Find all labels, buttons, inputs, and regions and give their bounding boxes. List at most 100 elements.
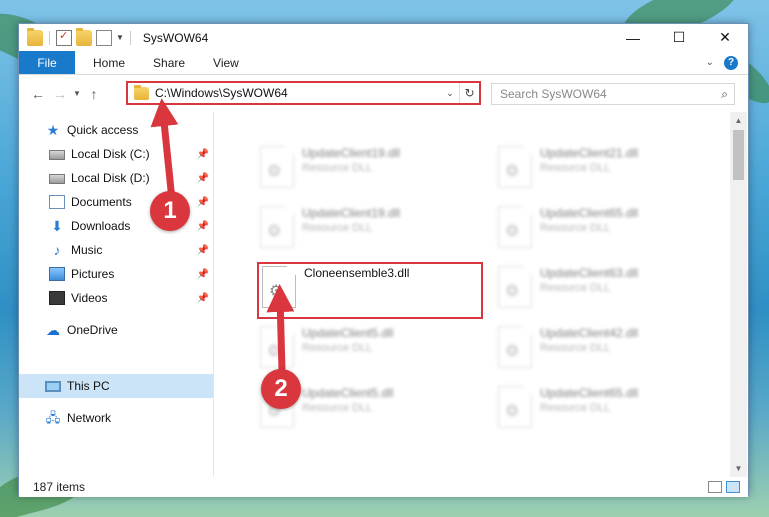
pin-icon[interactable]: 📌: [197, 149, 209, 160]
chevron-down-icon[interactable]: ▼: [116, 33, 124, 42]
tab-view[interactable]: View: [199, 51, 253, 74]
recent-locations-icon[interactable]: ▼: [71, 89, 83, 98]
nav-item-label: Downloads: [71, 219, 131, 233]
nav-item-label: Documents: [71, 195, 132, 209]
videos-icon: [49, 291, 65, 305]
up-icon[interactable]: ↑: [83, 86, 105, 102]
close-button[interactable]: ✕: [702, 24, 748, 51]
pin-icon[interactable]: 📌: [197, 221, 209, 232]
file-type: Resource DLL: [302, 222, 373, 234]
file-type: Resource DLL: [540, 342, 611, 354]
nav-item-quick-access[interactable]: ★ Quick access: [19, 118, 213, 142]
folder-icon[interactable]: [27, 27, 43, 46]
dll-file-icon: ⚙: [260, 146, 294, 188]
search-icon: ⌕: [721, 86, 728, 101]
file-item[interactable]: ⚙ UpdateClient19.dll Resource DLL: [256, 202, 481, 256]
nav-item-label: Local Disk (C:): [71, 147, 150, 161]
file-name: UpdateClient5.dll: [302, 386, 394, 400]
quick-access-toolbar: ▼: [19, 24, 133, 51]
nav-item-label: OneDrive: [67, 323, 118, 337]
file-type: Resource DLL: [302, 402, 373, 414]
nav-item-music[interactable]: ♪ Music 📌: [19, 238, 213, 262]
nav-item-pictures[interactable]: Pictures 📌: [19, 262, 213, 286]
pin-icon[interactable]: 📌: [197, 269, 209, 280]
file-item[interactable]: ⚙ UpdateClient65.dll Resource DLL: [494, 382, 719, 436]
file-item[interactable]: ⚙ UpdateClient42.dll Resource DLL: [494, 322, 719, 376]
pin-icon[interactable]: 📌: [197, 173, 209, 184]
title-bar: ▼ SysWOW64 — ☐ ✕: [19, 24, 748, 51]
file-item[interactable]: ⚙ UpdateClient19.dll Resource DLL: [256, 142, 481, 196]
search-input[interactable]: Search SysWOW64 ⌕: [491, 83, 735, 105]
onedrive-icon: ☁: [46, 322, 60, 338]
new-folder-icon[interactable]: [76, 27, 92, 46]
file-type: Resource DLL: [540, 162, 611, 174]
minimize-button[interactable]: —: [610, 24, 656, 51]
address-bar[interactable]: C:\Windows\SysWOW64 ⌄ ↻: [126, 81, 481, 105]
documents-icon: [49, 195, 65, 209]
properties-icon[interactable]: [56, 29, 72, 46]
drive-icon: [49, 174, 65, 184]
window-controls: — ☐ ✕: [610, 24, 748, 51]
large-icons-view-icon[interactable]: [726, 481, 740, 493]
tab-home[interactable]: Home: [75, 51, 139, 74]
file-name: UpdateClient65.dll: [540, 386, 639, 400]
dll-file-icon: ⚙: [260, 326, 294, 368]
nav-item-label: Music: [71, 243, 103, 257]
file-item[interactable]: ⚙ UpdateClient21.dll Resource DLL: [494, 142, 719, 196]
forward-icon[interactable]: →: [49, 86, 71, 102]
file-type: Resource DLL: [540, 402, 611, 414]
file-name: UpdateClient19.dll: [302, 206, 401, 220]
separator: [129, 30, 131, 45]
dll-file-icon: ⚙: [260, 206, 294, 248]
pin-icon[interactable]: 📌: [197, 197, 209, 208]
folder-icon: [134, 84, 149, 100]
file-item[interactable]: ⚙ UpdateClient5.dll Resource DLL: [256, 322, 481, 376]
refresh-icon[interactable]: ↻: [459, 83, 479, 103]
nav-item-network[interactable]: 🖧 Network: [19, 406, 213, 430]
star-icon: ★: [46, 122, 60, 138]
file-item[interactable]: ⚙ UpdateClient65.dll Resource DLL: [494, 202, 719, 256]
vertical-scrollbar[interactable]: ▲ ▼: [730, 112, 747, 477]
file-list: ⚙ UpdateClient19.dll Resource DLL ⚙ Updat…: [214, 112, 729, 477]
step-badge-2: 2: [261, 369, 301, 409]
file-name: UpdateClient21.dll: [540, 146, 639, 160]
customize-icon[interactable]: [96, 29, 112, 46]
expand-ribbon-icon[interactable]: ⌄: [706, 57, 714, 68]
separator: [49, 30, 50, 45]
help-icon[interactable]: ?: [724, 55, 738, 70]
navigation-bar: ← → ▼ ↑ C:\Windows\SysWOW64 ⌄ ↻ Search S…: [19, 75, 748, 112]
address-path[interactable]: C:\Windows\SysWOW64: [155, 86, 441, 100]
file-item[interactable]: ⚙ UpdateClient63.dll Resource DLL: [494, 262, 719, 316]
maximize-button[interactable]: ☐: [656, 24, 702, 51]
tab-file[interactable]: File: [19, 51, 75, 74]
back-icon[interactable]: ←: [27, 86, 49, 102]
nav-item-local-disk-c[interactable]: Local Disk (C:) 📌: [19, 142, 213, 166]
file-type: Resource DLL: [540, 222, 611, 234]
details-view-icon[interactable]: [708, 481, 722, 493]
nav-item-onedrive[interactable]: ☁ OneDrive: [19, 318, 213, 342]
download-icon: ⬇: [51, 218, 63, 234]
music-icon: ♪: [53, 242, 61, 258]
file-type: Resource DLL: [302, 162, 373, 174]
pin-icon[interactable]: 📌: [197, 293, 209, 304]
file-name: UpdateClient42.dll: [540, 326, 639, 340]
dll-file-icon: ⚙: [498, 146, 532, 188]
dll-file-icon: ⚙: [498, 266, 532, 308]
nav-item-videos[interactable]: Videos 📌: [19, 286, 213, 310]
scroll-up-icon[interactable]: ▲: [730, 112, 747, 129]
item-count: 187 items: [33, 480, 86, 494]
step-badge-1: 1: [150, 191, 190, 231]
dll-file-icon: ⚙: [498, 206, 532, 248]
scrollbar-thumb[interactable]: [733, 130, 744, 180]
scroll-down-icon[interactable]: ▼: [730, 460, 747, 477]
computer-icon: [45, 380, 61, 392]
nav-item-label: Quick access: [67, 123, 139, 137]
nav-item-label: Videos: [71, 291, 108, 305]
nav-item-this-pc[interactable]: This PC: [19, 374, 213, 398]
nav-item-local-disk-d[interactable]: Local Disk (D:) 📌: [19, 166, 213, 190]
drive-icon: [49, 150, 65, 160]
chevron-down-icon[interactable]: ⌄: [441, 88, 459, 99]
file-name: UpdateClient63.dll: [540, 266, 639, 280]
tab-share[interactable]: Share: [139, 51, 199, 74]
pin-icon[interactable]: 📌: [197, 245, 209, 256]
